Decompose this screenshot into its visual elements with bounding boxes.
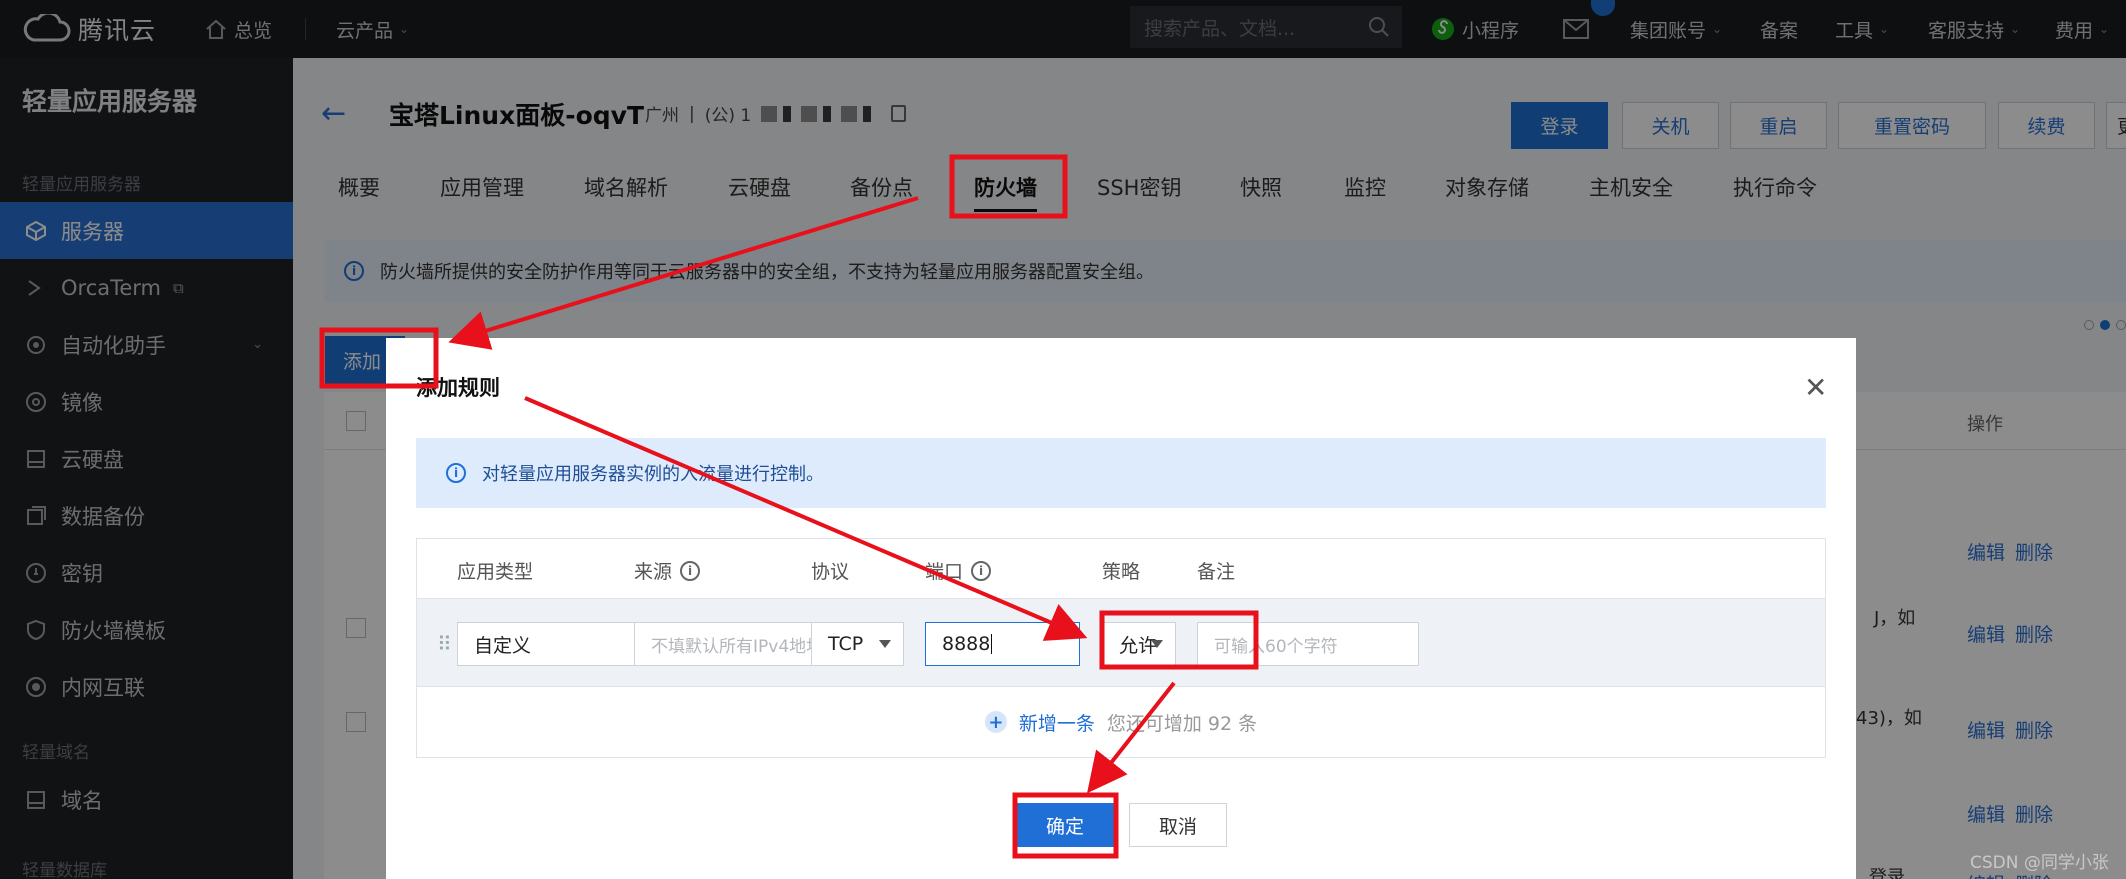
watermark: CSDN @同学小张 (1970, 853, 2109, 873)
plus-icon[interactable]: + (984, 711, 1007, 733)
policy-select[interactable]: 允许 (1102, 622, 1176, 666)
cancel-button[interactable]: 取消 (1129, 803, 1227, 847)
drag-handle-icon[interactable]: ⠿ (437, 632, 452, 656)
add-row-area: + 新增一条 您还可增加 92 条 (417, 687, 1825, 757)
close-icon[interactable]: ✕ (1804, 374, 1827, 402)
add-row-link[interactable]: 新增一条 (1019, 709, 1095, 736)
dialog-info-banner: i 对轻量应用服务器实例的入流量进行控制。 (416, 438, 1826, 508)
port-value: 8888 (942, 633, 991, 655)
column-label: 端口 (925, 561, 964, 583)
info-icon[interactable]: i (680, 560, 701, 581)
text-cursor (991, 634, 993, 654)
dialog-title: 添加规则 (416, 376, 500, 400)
source-placeholder: 不填默认所有IPv4地址 (651, 636, 824, 657)
dialog-info-text: 对轻量应用服务器实例的入流量进行控制。 (482, 464, 824, 485)
column-label: 策略 (1102, 561, 1141, 583)
column-policy: 策略 (1102, 557, 1140, 584)
dropdown-arrow-icon (1151, 640, 1163, 648)
dropdown-arrow-icon (879, 640, 891, 648)
port-input[interactable]: 8888 (925, 622, 1080, 666)
column-label: 来源 (634, 561, 673, 583)
column-app-type: 应用类型 (457, 557, 533, 584)
rule-table-header: 应用类型 来源 i 协议 端口 i 策略 备注 (417, 539, 1825, 599)
confirm-button[interactable]: 确定 (1016, 803, 1114, 847)
column-label: 备注 (1197, 561, 1236, 583)
add-rule-dialog: 添加规则 ✕ i 对轻量应用服务器实例的入流量进行控制。 应用类型 来源 i 协议… (386, 338, 1856, 879)
note-placeholder: 可输入60个字符 (1214, 636, 1338, 657)
rule-table: 应用类型 来源 i 协议 端口 i 策略 备注 ⠿ 自定义 不填默认所有IPv4地址… (416, 538, 1826, 758)
protocol-value: TCP (828, 633, 864, 655)
column-note: 备注 (1197, 557, 1235, 584)
column-protocol: 协议 (811, 557, 849, 584)
rule-row: ⠿ 自定义 不填默认所有IPv4地址 TCP 8888 允许 可输入60个字符 (417, 599, 1825, 687)
column-label: 应用类型 (457, 561, 534, 583)
column-port: 端口 i (925, 557, 992, 584)
note-input[interactable]: 可输入60个字符 (1197, 622, 1419, 666)
column-label: 协议 (811, 561, 850, 583)
info-icon[interactable]: i (971, 560, 992, 581)
app-type-value: 自定义 (474, 634, 532, 657)
column-source: 来源 i (634, 557, 701, 584)
info-icon: i (446, 463, 466, 483)
add-row-hint: 您还可增加 92 条 (1106, 712, 1258, 735)
protocol-select[interactable]: TCP (811, 622, 904, 666)
